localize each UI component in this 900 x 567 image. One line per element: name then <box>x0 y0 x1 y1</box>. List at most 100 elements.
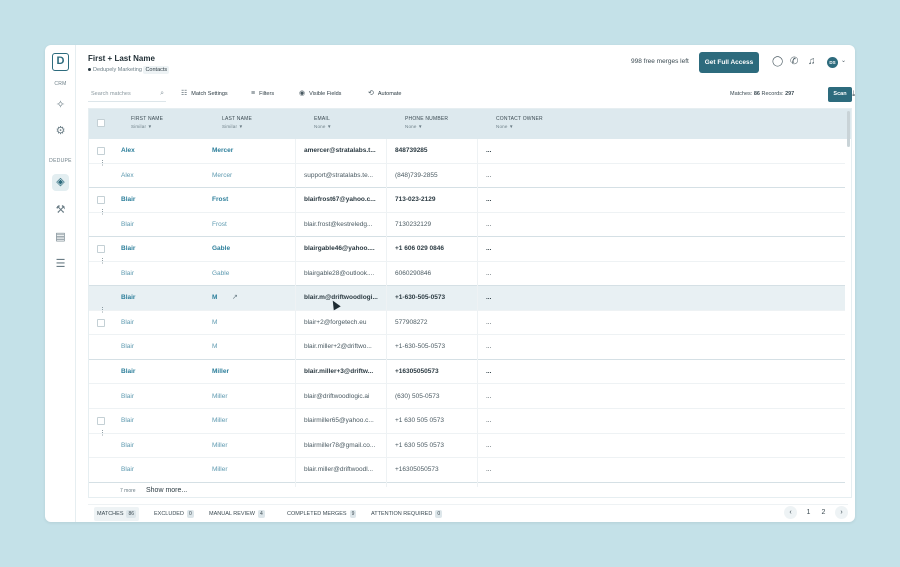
email-cell[interactable]: blair+2@forgetech.eu <box>304 311 382 336</box>
chevron-down-icon[interactable]: ⌄ <box>841 57 846 64</box>
tab-completed-merges[interactable]: COMPLETED MERGES 9 <box>284 507 359 521</box>
contact-owner-cell[interactable]: ... <box>486 385 506 410</box>
email-cell[interactable]: blair@driftwoodlogic.ai <box>304 385 382 410</box>
gear-icon[interactable]: ⚙ <box>52 123 69 140</box>
table-row[interactable]: Blair Gable blairgable28@outlook.... 606029… <box>89 258 845 287</box>
tab-matches[interactable]: MATCHES 86 <box>94 507 140 521</box>
avatar[interactable]: DS <box>827 57 838 68</box>
table-row[interactable]: Alex Mercer support@stratalabs.te... (848)7… <box>89 160 845 189</box>
table-row[interactable]: Blair Frost blairfrost67@yahoo.c... 713-023… <box>89 188 845 213</box>
last-name-cell[interactable]: Miller <box>212 360 282 385</box>
show-more-link[interactable]: Show more... <box>146 487 187 494</box>
contact-owner-cell[interactable]: ... <box>486 409 506 434</box>
column-match-mode[interactable]: None ▼ <box>314 124 332 129</box>
contact-owner-cell[interactable]: ... <box>486 311 506 336</box>
contact-owner-cell[interactable]: ... <box>486 458 506 483</box>
last-name-cell[interactable]: Frost <box>212 188 282 213</box>
table-row[interactable]: Alex Mercer amercer@stratalabs.t... 8487392… <box>89 139 845 164</box>
contact-owner-cell[interactable]: ... <box>486 213 506 238</box>
email-cell[interactable]: blair.miller+3@driftw... <box>304 360 382 385</box>
email-cell[interactable]: blair.frost@kestreledg... <box>304 213 382 238</box>
last-name-cell[interactable]: Frost <box>212 213 282 238</box>
last-name-cell[interactable]: Miller <box>212 458 282 483</box>
scan-button[interactable]: Scan <box>828 87 852 102</box>
contact-owner-cell[interactable]: ... <box>486 262 506 287</box>
last-name-cell[interactable]: Gable <box>212 237 282 262</box>
phone-cell[interactable]: +16305050573 <box>395 360 475 385</box>
file-search-icon[interactable]: ▤ <box>52 229 69 246</box>
contact-owner-cell[interactable]: ... <box>486 237 506 262</box>
contact-owner-cell[interactable]: ... <box>486 139 506 164</box>
first-name-cell[interactable]: Blair <box>121 311 191 336</box>
email-cell[interactable]: support@stratalabs.te... <box>304 164 382 189</box>
download-icon[interactable]: ⤓ <box>852 86 855 102</box>
row-checkbox[interactable] <box>97 245 105 254</box>
row-checkbox[interactable] <box>97 147 105 155</box>
table-row[interactable]: Blair Frost blair.frost@kestreledg... 71302… <box>89 209 845 238</box>
tab-attention-required[interactable]: ATTENTION REQUIRED 0 <box>368 507 445 521</box>
first-name-cell[interactable]: Blair <box>121 262 191 287</box>
kebab-menu-icon[interactable]: ⋮ <box>99 258 106 265</box>
first-name-cell[interactable]: Alex <box>121 139 191 164</box>
phone-cell[interactable]: (848)739-2855 <box>395 164 475 189</box>
contact-owner-cell[interactable]: ... <box>486 360 506 385</box>
list-icon[interactable]: ☰ <box>52 256 69 273</box>
first-name-cell[interactable]: Blair <box>121 213 191 238</box>
last-name-cell[interactable]: M <box>212 311 282 336</box>
kebab-menu-icon[interactable]: ⋮ <box>99 160 106 167</box>
table-row[interactable]: Blair Mblair+2@forgetech.eu 577908272... ⋮ <box>89 307 845 336</box>
phone-cell[interactable]: 7130232129 <box>395 213 475 238</box>
phone-cell[interactable]: 6060290846 <box>395 262 475 287</box>
first-name-cell[interactable]: Blair <box>121 237 191 262</box>
phone-cell[interactable]: +1 606 029 0846 <box>395 237 475 262</box>
kebab-menu-icon[interactable]: ⋮ <box>99 307 106 314</box>
phone-cell[interactable]: +1 630 505 0573 <box>395 434 475 459</box>
phone-cell[interactable]: +1-630-505-0573 <box>395 335 475 360</box>
table-row[interactable]: Blair Gable blairgable46@yahoo.... +1 606 0… <box>89 237 845 262</box>
email-cell[interactable]: blairfrost67@yahoo.c... <box>304 188 382 213</box>
column-email[interactable]: EMAIL None ▼ <box>314 116 332 129</box>
email-cell[interactable]: blair.miller@driftwoodl... <box>304 458 382 483</box>
column-contact-owner[interactable]: CONTACT OWNER None ▼ <box>496 116 543 129</box>
next-page-button[interactable]: › <box>835 506 848 519</box>
page-1-button[interactable]: 1 <box>802 506 815 519</box>
first-name-cell[interactable]: Blair <box>121 335 191 360</box>
phone-cell[interactable]: +1-630-505-0573 <box>395 286 475 311</box>
row-checkbox[interactable] <box>97 196 105 205</box>
last-name-cell[interactable]: Miller <box>212 385 282 410</box>
tab-manual-review[interactable]: MANUAL REVIEW 4 <box>206 507 268 521</box>
open-record-icon[interactable]: ↗ <box>232 286 238 311</box>
last-name-cell[interactable]: M <box>212 286 282 311</box>
page-2-button[interactable]: 2 <box>817 506 830 519</box>
crm-icon[interactable]: ✧ <box>52 97 69 114</box>
contact-owner-cell[interactable]: ... <box>486 286 506 311</box>
match-settings-button[interactable]: ☷ Match Settings <box>181 86 228 102</box>
phone-icon[interactable]: ✆ <box>790 56 798 67</box>
kebab-menu-icon[interactable]: ⋮ <box>99 209 106 216</box>
column-first-name[interactable]: FIRST NAME Similar ▼ <box>131 116 163 129</box>
contact-owner-cell[interactable]: ... <box>486 335 506 360</box>
search-input[interactable]: Search matches ⌕ <box>88 86 166 102</box>
table-row[interactable]: Blair Miller blair.miller@driftwoodl... +16… <box>89 458 845 483</box>
filters-button[interactable]: ≡ Filters <box>251 86 274 102</box>
visible-fields-button[interactable]: ◉ Visible Fields <box>299 86 341 102</box>
first-name-cell[interactable]: Blair <box>121 286 191 311</box>
email-cell[interactable]: blairgable46@yahoo.... <box>304 237 382 262</box>
column-match-mode[interactable]: None ▼ <box>405 124 448 129</box>
hammer-icon[interactable]: ⚒ <box>52 202 69 219</box>
first-name-cell[interactable]: Blair <box>121 188 191 213</box>
contact-owner-cell[interactable]: ... <box>486 434 506 459</box>
get-full-access-button[interactable]: Get Full Access <box>699 52 759 73</box>
last-name-cell[interactable]: Mercer <box>212 164 282 189</box>
row-checkbox[interactable] <box>97 417 105 426</box>
column-phone[interactable]: PHONE NUMBER None ▼ <box>405 116 448 129</box>
layers-icon[interactable]: ◈ <box>52 174 69 191</box>
table-row[interactable]: Blair Mblair.m@driftwoodlogi... +1-630-505… <box>89 286 845 311</box>
last-name-cell[interactable]: Miller <box>212 409 282 434</box>
breadcrumb-account[interactable]: Dedupely Marketing <box>93 67 142 73</box>
email-cell[interactable]: amercer@stratalabs.t... <box>304 139 382 164</box>
last-name-cell[interactable]: Gable <box>212 262 282 287</box>
table-scrollbar[interactable] <box>847 111 850 147</box>
contact-owner-cell[interactable]: ... <box>486 188 506 213</box>
contact-owner-cell[interactable]: ... <box>486 164 506 189</box>
